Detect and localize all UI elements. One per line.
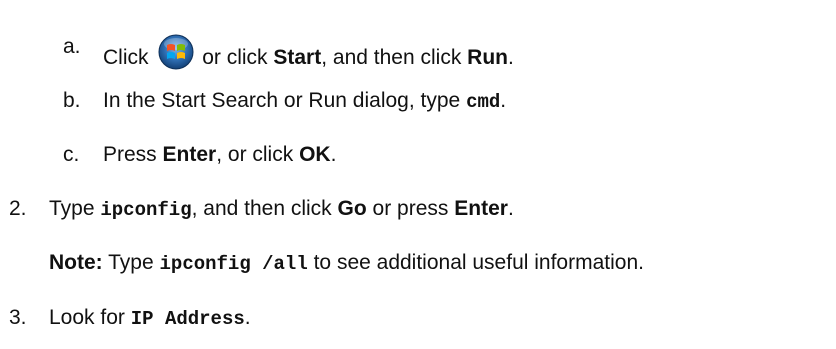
step-c-period: . bbox=[330, 143, 337, 166]
step-2-period: . bbox=[507, 197, 514, 220]
step-2-text-3: or press bbox=[372, 197, 449, 220]
step-b-period: . bbox=[500, 89, 507, 112]
step-b-text-1: In the Start Search or Run dialog, type bbox=[103, 89, 461, 112]
note-label: Note: bbox=[49, 251, 103, 274]
cmd-code: cmd bbox=[466, 91, 501, 113]
step-3-period: . bbox=[244, 306, 251, 329]
step-c-text-2: , or click bbox=[216, 143, 294, 166]
start-label: Start bbox=[273, 46, 322, 69]
ok-label: OK bbox=[299, 143, 331, 166]
run-label: Run bbox=[467, 46, 508, 69]
enter-label: Enter bbox=[162, 143, 217, 166]
list-marker-c: c. bbox=[63, 143, 80, 166]
step-c-text: Press Enter, or click OK. bbox=[103, 142, 336, 168]
step-2-text-2: , and then click bbox=[191, 197, 332, 220]
step-a-text-3: , and then click bbox=[321, 46, 462, 69]
note-text-2: to see additional useful information. bbox=[313, 251, 644, 274]
go-label: Go bbox=[337, 197, 367, 220]
step-a-period: . bbox=[508, 46, 514, 69]
ip-address-code: IP Address bbox=[130, 308, 245, 330]
step-2-text: Type ipconfig, and then click Go or pres… bbox=[49, 196, 514, 223]
step-a-text: Click or click Start, and then click Run… bbox=[103, 34, 514, 71]
list-marker-a: a. bbox=[63, 35, 81, 58]
step-b-text: In the Start Search or Run dialog, type … bbox=[103, 88, 506, 115]
ipconfig-code: ipconfig bbox=[100, 199, 192, 221]
enter-label-2: Enter bbox=[454, 197, 508, 220]
list-marker-2: 2. bbox=[9, 197, 27, 220]
step-a-click-text: Click bbox=[103, 46, 149, 69]
note-text-1: Type bbox=[108, 251, 154, 274]
step-c-text-1: Press bbox=[103, 143, 157, 166]
step-3-text-1: Look for bbox=[49, 306, 125, 329]
windows-start-orb-icon bbox=[158, 34, 194, 70]
step-2-text-1: Type bbox=[49, 197, 95, 220]
note-text: Note: Type ipconfig /all to see addition… bbox=[49, 250, 644, 277]
list-marker-b: b. bbox=[63, 89, 81, 112]
step-a-text-2: or click bbox=[202, 46, 268, 69]
list-marker-3: 3. bbox=[9, 306, 27, 329]
step-3-text: Look for IP Address. bbox=[49, 305, 251, 332]
ipconfig-all-code: ipconfig /all bbox=[159, 253, 308, 275]
